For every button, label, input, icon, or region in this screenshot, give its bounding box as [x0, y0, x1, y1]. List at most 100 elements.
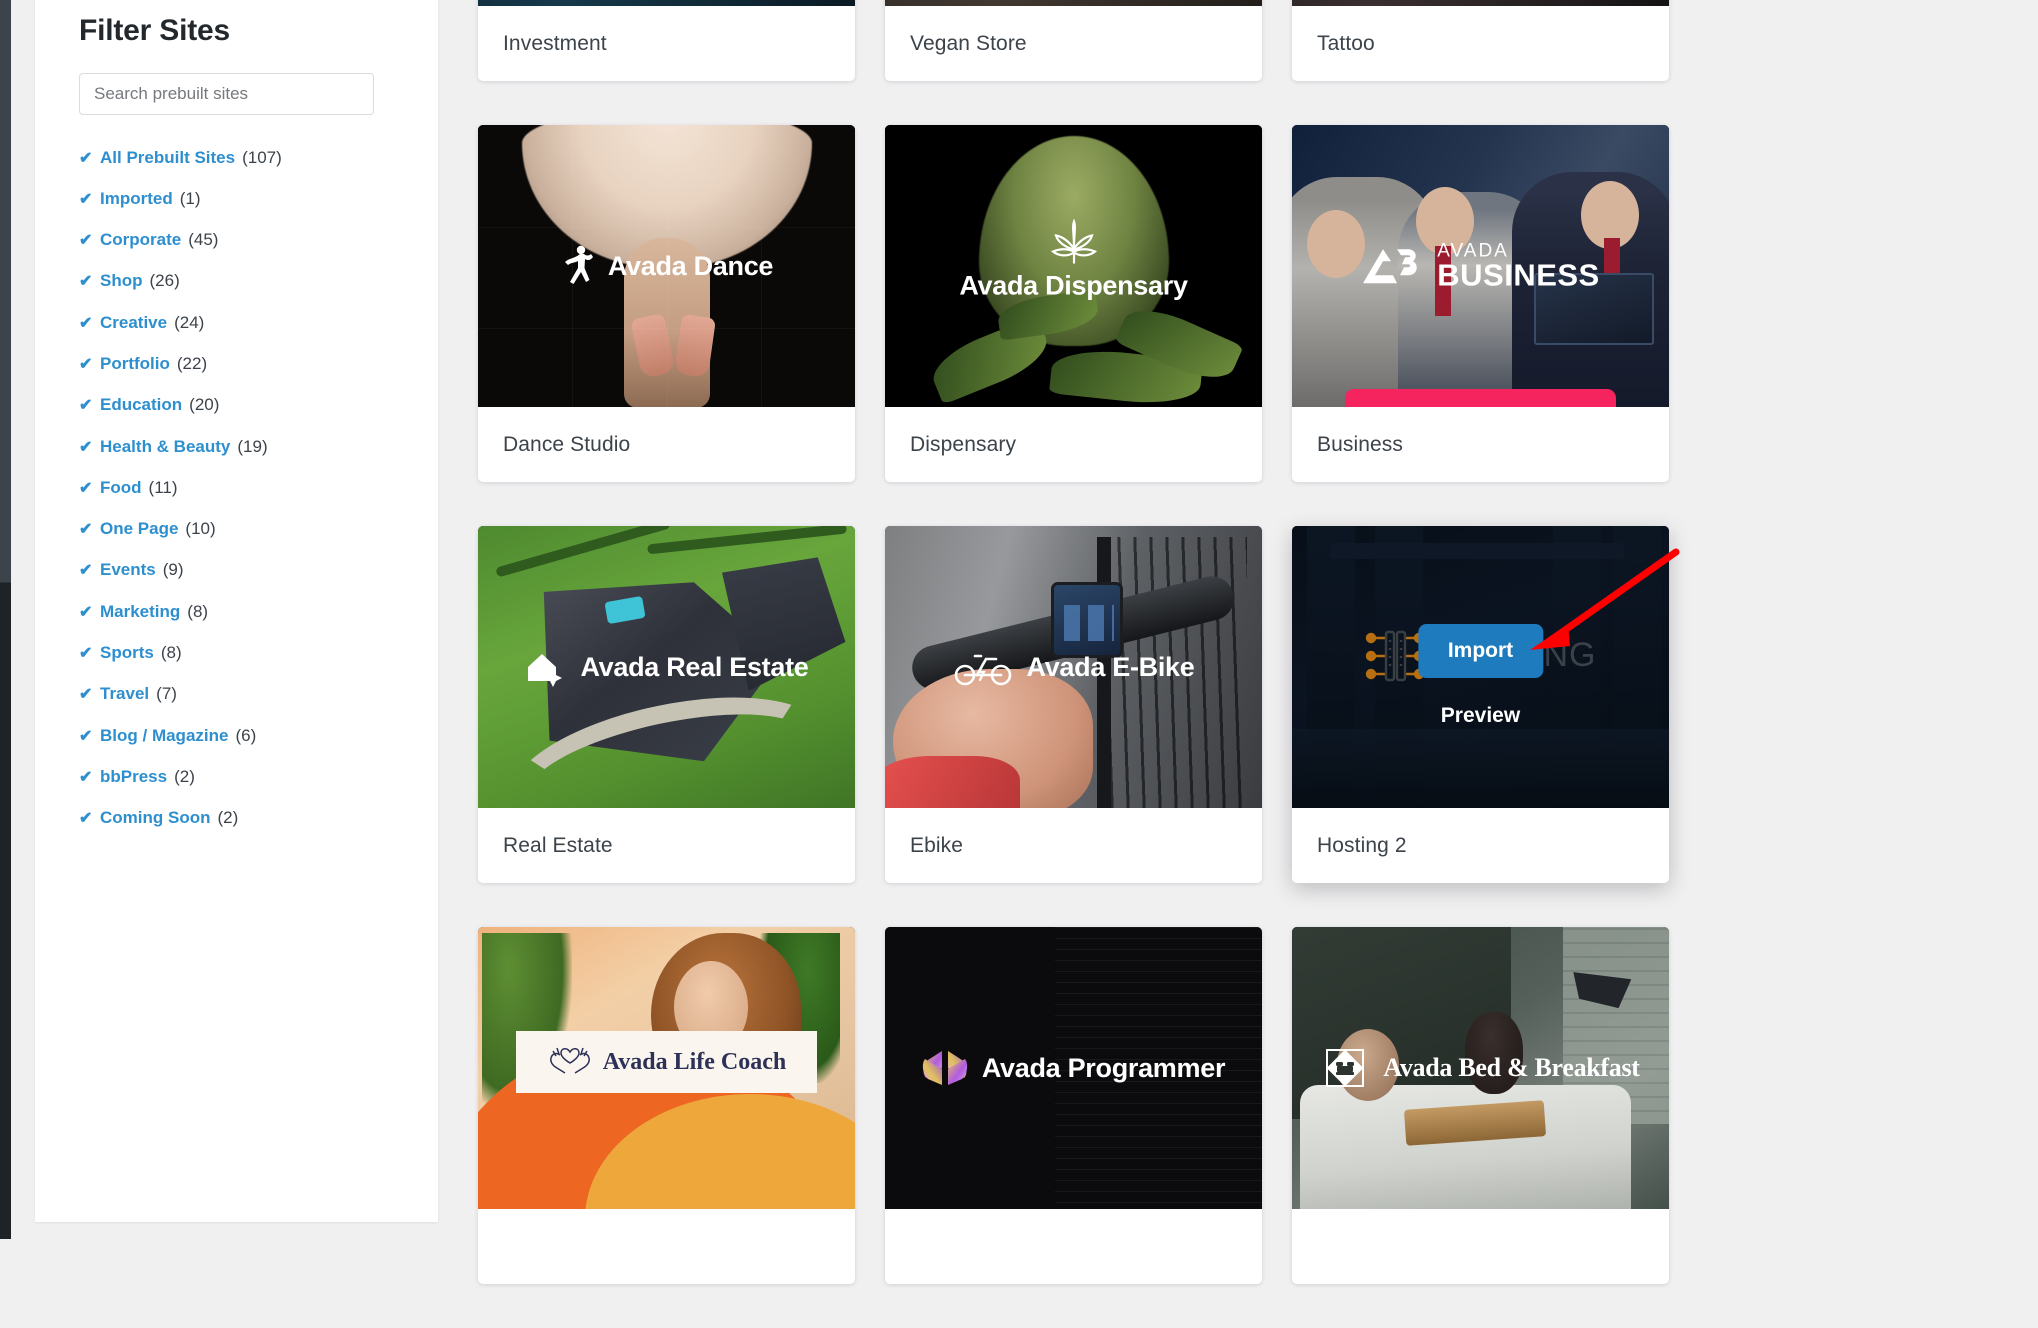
- site-card-title: [885, 1209, 1262, 1284]
- site-logo: Avada Life Coach: [515, 1031, 818, 1094]
- site-logo: Avada Real Estate: [478, 647, 855, 687]
- filter-item-one-page[interactable]: ✔ One Page (10): [79, 520, 394, 538]
- site-logo-text: Avada Dispensary: [959, 270, 1188, 301]
- site-thumbnail[interactable]: Avada Life Coach: [478, 927, 855, 1209]
- check-icon: ✔: [79, 355, 93, 373]
- filter-item-food[interactable]: ✔ Food (11): [79, 479, 394, 497]
- filter-item-imported[interactable]: ✔ Imported (1): [79, 190, 394, 208]
- site-card-programmer[interactable]: Avada Programmer: [885, 927, 1262, 1284]
- filter-item-all-prebuilt-sites[interactable]: ✔ All Prebuilt Sites (107): [79, 149, 394, 167]
- site-thumbnail[interactable]: AVADA BUSINESS: [1292, 125, 1669, 407]
- filter-item-blog-magazine[interactable]: ✔ Blog / Magazine (6): [79, 727, 394, 745]
- site-card-investment[interactable]: Investment: [478, 0, 855, 81]
- filter-item-creative[interactable]: ✔ Creative (24): [79, 314, 394, 332]
- filter-item-count: (8): [187, 601, 209, 621]
- site-card-title: Tattoo: [1317, 31, 1375, 55]
- site-thumbnail[interactable]: Avada Dispensary: [885, 125, 1262, 407]
- dancer-icon: [564, 245, 593, 284]
- filter-item-count: (22): [176, 353, 208, 373]
- site-thumbnail[interactable]: Avada Bed & Breakfast: [1292, 927, 1669, 1209]
- site-card-bed-and-breakfast[interactable]: Avada Bed & Breakfast: [1292, 927, 1669, 1284]
- site-logo-text: Avada Dance: [607, 250, 774, 281]
- check-icon: ✔: [79, 562, 93, 580]
- site-thumbnail[interactable]: Avada E-Bike: [885, 526, 1262, 808]
- site-card-tattoo[interactable]: Tattoo: [1292, 0, 1669, 81]
- check-icon: ✔: [79, 314, 93, 332]
- filter-item-label: Coming Soon: [100, 808, 211, 828]
- site-logo: Avada Bed & Breakfast: [1292, 1044, 1669, 1092]
- site-thumbnail[interactable]: HOSTING Import Preview: [1292, 526, 1669, 808]
- bed-diamond-icon: [1326, 1049, 1365, 1087]
- check-icon: ✔: [79, 149, 93, 167]
- wp-admin-rail: [0, 0, 11, 1239]
- check-icon: ✔: [79, 521, 93, 539]
- filter-item-shop[interactable]: ✔ Shop (26): [79, 272, 394, 290]
- filter-item-count: (19): [237, 436, 268, 456]
- filter-item-corporate[interactable]: ✔ Corporate (45): [79, 231, 394, 249]
- check-icon: ✔: [79, 479, 93, 497]
- site-logo: Avada E-Bike: [885, 648, 1262, 686]
- check-icon: ✔: [79, 727, 93, 745]
- server-icon: [1365, 630, 1424, 681]
- filter-item-count: (1): [179, 188, 201, 208]
- filter-item-count: (7): [156, 684, 177, 704]
- site-card-vegan-store[interactable]: Vegan Store: [885, 0, 1262, 81]
- site-thumbnail[interactable]: Avada Programmer: [885, 927, 1262, 1209]
- filter-item-events[interactable]: ✔ Events (9): [79, 561, 394, 579]
- site-card-life-coach[interactable]: Avada Life Coach: [478, 927, 855, 1284]
- filter-item-count: (107): [242, 147, 282, 167]
- site-thumbnail[interactable]: [478, 0, 855, 6]
- site-logo: AVADA BUSINESS: [1292, 241, 1669, 293]
- site-card-title: Investment: [503, 31, 607, 55]
- site-card-dance-studio[interactable]: Avada Dance Dance Studio: [478, 125, 855, 482]
- cannabis-leaf-icon: [1050, 218, 1097, 264]
- filter-item-label: Corporate: [100, 230, 182, 250]
- filter-item-bbpress[interactable]: ✔ bbPress (2): [79, 768, 394, 786]
- filter-item-count: (10): [185, 519, 216, 539]
- site-card-title: Hosting 2: [1317, 833, 1407, 857]
- filter-item-count: (8): [160, 643, 182, 663]
- site-card-real-estate[interactable]: Avada Real Estate Real Estate: [478, 526, 855, 883]
- filter-item-count: (11): [148, 477, 178, 497]
- filter-item-label: Portfolio: [100, 353, 170, 373]
- grid-row: Avada Real Estate Real Estate Avada E-Bi…: [478, 526, 1698, 883]
- check-icon: ✔: [79, 190, 93, 208]
- check-icon: ✔: [79, 232, 93, 250]
- check-icon: ✔: [79, 438, 93, 456]
- filter-item-count: (20): [189, 395, 220, 415]
- site-logo-text: Avada E-Bike: [1026, 651, 1195, 682]
- filter-item-health-and-beauty[interactable]: ✔ Health & Beauty (19): [79, 438, 394, 456]
- check-icon: ✔: [79, 810, 93, 828]
- import-button[interactable]: Import: [1417, 624, 1544, 679]
- site-thumbnail[interactable]: [1292, 0, 1669, 6]
- house-icon: [528, 654, 563, 687]
- filter-item-travel[interactable]: ✔ Travel (7): [79, 685, 394, 703]
- site-logo: Avada Dispensary: [885, 218, 1262, 302]
- filter-item-label: Events: [100, 560, 156, 580]
- filter-item-label: Marketing: [100, 601, 181, 621]
- site-card-title: Vegan Store: [910, 31, 1027, 55]
- check-icon: ✔: [79, 645, 93, 663]
- site-thumbnail[interactable]: [885, 0, 1262, 6]
- preview-button[interactable]: Preview: [1441, 704, 1520, 728]
- filter-item-sports[interactable]: ✔ Sports (8): [79, 644, 394, 662]
- site-card-ebike[interactable]: Avada E-Bike Ebike: [885, 526, 1262, 883]
- site-card-dispensary[interactable]: Avada Dispensary Dispensary: [885, 125, 1262, 482]
- site-card-title: Ebike: [910, 833, 964, 857]
- check-icon: ✔: [79, 686, 93, 704]
- site-thumbnail[interactable]: Avada Dance: [478, 125, 855, 407]
- site-card-business[interactable]: AVADA BUSINESS Business: [1292, 125, 1669, 482]
- filter-item-marketing[interactable]: ✔ Marketing (8): [79, 603, 394, 621]
- site-logo-text: Avada Programmer: [981, 1052, 1226, 1083]
- site-card-title: Dance Studio: [503, 432, 631, 456]
- filter-item-label: Health & Beauty: [100, 436, 231, 456]
- search-input[interactable]: [79, 72, 374, 115]
- filter-item-label: bbPress: [100, 766, 168, 786]
- site-card-hosting-2[interactable]: HOSTING Import Preview Hosting 2: [1292, 526, 1669, 883]
- grid-row: Avada Dance Dance Studio Avada Dispensar…: [478, 125, 1698, 482]
- site-thumbnail[interactable]: Avada Real Estate: [478, 526, 855, 808]
- filter-item-portfolio[interactable]: ✔ Portfolio (22): [79, 355, 394, 373]
- filter-item-coming-soon[interactable]: ✔ Coming Soon (2): [79, 809, 394, 827]
- filter-item-education[interactable]: ✔ Education (20): [79, 396, 394, 414]
- site-logo-line2: BUSINESS: [1437, 257, 1600, 293]
